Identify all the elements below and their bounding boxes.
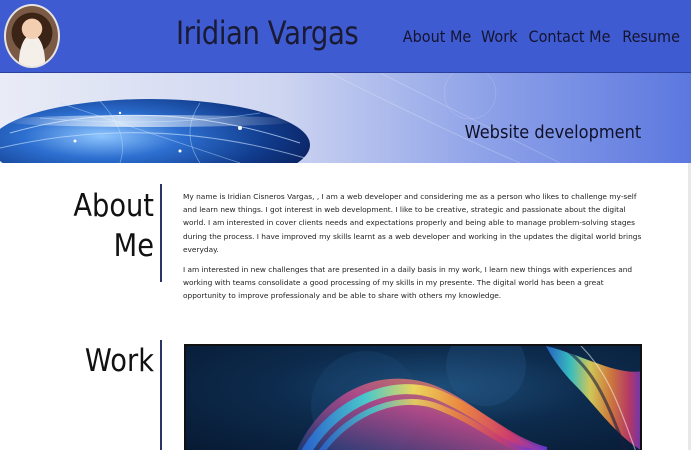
nav-link-work[interactable]: Work bbox=[481, 27, 517, 46]
main-nav: About Me Work Contact Me Resume bbox=[395, 27, 683, 46]
work-divider bbox=[160, 340, 162, 450]
work-heading: Work bbox=[54, 341, 154, 381]
about-paragraph: My name is Iridian Cisneros Vargas, , I … bbox=[183, 192, 642, 254]
site-title: Iridian Vargas bbox=[176, 14, 359, 52]
about-heading-line1: About bbox=[73, 188, 154, 224]
avatar bbox=[4, 4, 60, 68]
about-heading-line2: Me bbox=[113, 228, 154, 264]
work-heading-text: Work bbox=[84, 343, 154, 379]
site-header: Iridian Vargas About Me Work Contact Me … bbox=[0, 0, 691, 73]
globe-illustration bbox=[0, 73, 561, 163]
about-text: My name is Iridian Cisneros Vargas, , I … bbox=[183, 190, 643, 310]
hero-banner: Website development bbox=[0, 73, 691, 163]
nav-link-contact-me[interactable]: Contact Me bbox=[528, 27, 610, 46]
work-image[interactable] bbox=[184, 344, 642, 450]
nav-link-about-me[interactable]: About Me bbox=[403, 27, 471, 46]
about-paragraph: I am interested in new challenges that a… bbox=[183, 265, 633, 301]
nav-link-resume[interactable]: Resume bbox=[622, 27, 680, 46]
abstract-wave-image bbox=[297, 346, 640, 450]
about-heading: About Me bbox=[54, 186, 154, 266]
banner-caption: Website development bbox=[464, 122, 641, 143]
about-divider bbox=[160, 184, 162, 282]
